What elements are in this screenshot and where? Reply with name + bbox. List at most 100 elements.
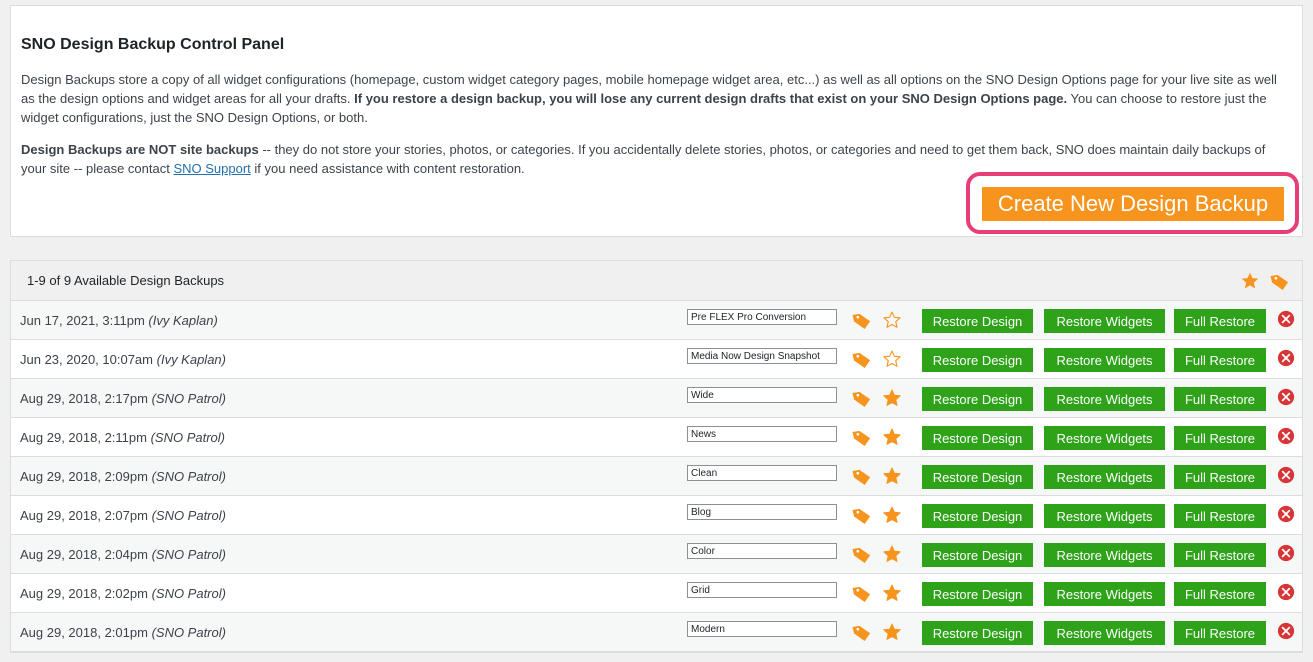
delete-circle-icon[interactable] — [1277, 622, 1295, 645]
backup-date-text: Aug 29, 2018, 2:04pm — [20, 547, 148, 562]
star-outline-icon[interactable] — [882, 310, 902, 335]
backup-author: (SNO Patrol) — [151, 625, 226, 640]
full-restore-button[interactable]: Full Restore — [1174, 543, 1266, 567]
tag-icon[interactable] — [852, 311, 872, 336]
backup-date: Aug 29, 2018, 2:17pm (SNO Patrol) — [20, 391, 226, 406]
backup-date: Aug 29, 2018, 2:01pm (SNO Patrol) — [20, 625, 226, 640]
backup-date: Aug 29, 2018, 2:02pm (SNO Patrol) — [20, 586, 226, 601]
backup-name-input[interactable] — [687, 582, 837, 598]
full-restore-button[interactable]: Full Restore — [1174, 426, 1266, 450]
notice-text-end: if you need assistance with content rest… — [250, 161, 525, 176]
backup-row: Jun 17, 2021, 3:11pm (Ivy Kaplan) Restor… — [11, 301, 1302, 340]
backup-row: Jun 23, 2020, 10:07am (Ivy Kaplan) Resto… — [11, 340, 1302, 379]
backup-date: Aug 29, 2018, 2:07pm (SNO Patrol) — [20, 508, 226, 523]
full-restore-button[interactable]: Full Restore — [1174, 309, 1266, 333]
backup-name-input[interactable] — [687, 621, 837, 637]
backup-date: Aug 29, 2018, 2:11pm (SNO Patrol) — [20, 430, 225, 445]
backup-author: (SNO Patrol) — [151, 508, 226, 523]
restore-design-button[interactable]: Restore Design — [922, 621, 1033, 645]
star-filled-icon[interactable] — [1240, 271, 1260, 296]
restore-design-button[interactable]: Restore Design — [922, 543, 1033, 567]
create-button-highlight: Create New Design Backup — [966, 172, 1299, 234]
star-filled-icon[interactable] — [882, 583, 902, 608]
backup-row: Aug 29, 2018, 2:11pm (SNO Patrol) Restor… — [11, 418, 1302, 457]
delete-circle-icon[interactable] — [1277, 505, 1295, 528]
backup-date: Jun 17, 2021, 3:11pm (Ivy Kaplan) — [20, 313, 218, 328]
backup-name-input[interactable] — [687, 387, 837, 403]
backup-row: Aug 29, 2018, 2:01pm (SNO Patrol) Restor… — [11, 613, 1302, 652]
tag-icon[interactable] — [852, 545, 872, 570]
full-restore-button[interactable]: Full Restore — [1174, 465, 1266, 489]
restore-widgets-button[interactable]: Restore Widgets — [1044, 504, 1165, 528]
tag-icon[interactable] — [1270, 272, 1290, 297]
restore-widgets-button[interactable]: Restore Widgets — [1044, 543, 1165, 567]
delete-circle-icon[interactable] — [1277, 544, 1295, 567]
delete-circle-icon[interactable] — [1277, 310, 1295, 333]
backup-name-input[interactable] — [687, 465, 837, 481]
restore-design-button[interactable]: Restore Design — [922, 426, 1033, 450]
backup-date-text: Jun 23, 2020, 10:07am — [20, 352, 153, 367]
tag-icon[interactable] — [852, 506, 872, 531]
backup-row: Aug 29, 2018, 2:07pm (SNO Patrol) Restor… — [11, 496, 1302, 535]
backup-author: (Ivy Kaplan) — [148, 313, 218, 328]
tag-icon[interactable] — [852, 350, 872, 375]
tag-icon[interactable] — [852, 428, 872, 453]
restore-widgets-button[interactable]: Restore Widgets — [1044, 582, 1165, 606]
restore-design-button[interactable]: Restore Design — [922, 465, 1033, 489]
restore-design-button[interactable]: Restore Design — [922, 348, 1033, 372]
backup-name-input[interactable] — [687, 348, 837, 364]
restore-widgets-button[interactable]: Restore Widgets — [1044, 387, 1165, 411]
delete-circle-icon[interactable] — [1277, 427, 1295, 450]
star-outline-icon[interactable] — [882, 349, 902, 374]
delete-circle-icon[interactable] — [1277, 466, 1295, 489]
star-filled-icon[interactable] — [882, 427, 902, 452]
star-filled-icon[interactable] — [882, 466, 902, 491]
star-filled-icon[interactable] — [882, 388, 902, 413]
backup-row: Aug 29, 2018, 2:04pm (SNO Patrol) Restor… — [11, 535, 1302, 574]
description-paragraph: Design Backups store a copy of all widge… — [21, 70, 1291, 127]
backup-name-input[interactable] — [687, 543, 837, 559]
backup-name-input[interactable] — [687, 309, 837, 325]
restore-design-button[interactable]: Restore Design — [922, 387, 1033, 411]
backup-date: Aug 29, 2018, 2:04pm (SNO Patrol) — [20, 547, 226, 562]
restore-widgets-button[interactable]: Restore Widgets — [1044, 348, 1165, 372]
create-new-design-backup-button[interactable]: Create New Design Backup — [982, 187, 1284, 221]
star-filled-icon[interactable] — [882, 544, 902, 569]
restore-widgets-button[interactable]: Restore Widgets — [1044, 465, 1165, 489]
backup-author: (Ivy Kaplan) — [156, 352, 226, 367]
backup-date-text: Aug 29, 2018, 2:17pm — [20, 391, 148, 406]
restore-design-button[interactable]: Restore Design — [922, 582, 1033, 606]
delete-circle-icon[interactable] — [1277, 583, 1295, 606]
full-restore-button[interactable]: Full Restore — [1174, 582, 1266, 606]
delete-circle-icon[interactable] — [1277, 349, 1295, 372]
backup-author: (SNO Patrol) — [150, 430, 225, 445]
star-filled-icon[interactable] — [882, 622, 902, 647]
full-restore-button[interactable]: Full Restore — [1174, 504, 1266, 528]
backup-row: Aug 29, 2018, 2:02pm (SNO Patrol) Restor… — [11, 574, 1302, 613]
restore-widgets-button[interactable]: Restore Widgets — [1044, 309, 1165, 333]
notice-bold: Design Backups are NOT site backups — [21, 142, 259, 157]
tag-icon[interactable] — [852, 623, 872, 648]
backup-date-text: Jun 17, 2021, 3:11pm — [20, 313, 145, 328]
restore-design-button[interactable]: Restore Design — [922, 309, 1033, 333]
backup-name-input[interactable] — [687, 426, 837, 442]
sno-support-link[interactable]: SNO Support — [173, 161, 250, 176]
tag-icon[interactable] — [852, 584, 872, 609]
tag-icon[interactable] — [852, 467, 872, 492]
restore-design-button[interactable]: Restore Design — [922, 504, 1033, 528]
restore-widgets-button[interactable]: Restore Widgets — [1044, 621, 1165, 645]
full-restore-button[interactable]: Full Restore — [1174, 387, 1266, 411]
full-restore-button[interactable]: Full Restore — [1174, 621, 1266, 645]
backup-author: (SNO Patrol) — [151, 586, 226, 601]
restore-widgets-button[interactable]: Restore Widgets — [1044, 426, 1165, 450]
backup-date-text: Aug 29, 2018, 2:09pm — [20, 469, 148, 484]
tag-icon[interactable] — [852, 389, 872, 414]
backup-date-text: Aug 29, 2018, 2:02pm — [20, 586, 148, 601]
backup-count: 1-9 of 9 Available Design Backups — [27, 273, 225, 288]
backup-row: Aug 29, 2018, 2:09pm (SNO Patrol) Restor… — [11, 457, 1302, 496]
star-filled-icon[interactable] — [882, 505, 902, 530]
backup-date: Jun 23, 2020, 10:07am (Ivy Kaplan) — [20, 352, 226, 367]
full-restore-button[interactable]: Full Restore — [1174, 348, 1266, 372]
delete-circle-icon[interactable] — [1277, 388, 1295, 411]
backup-name-input[interactable] — [687, 504, 837, 520]
